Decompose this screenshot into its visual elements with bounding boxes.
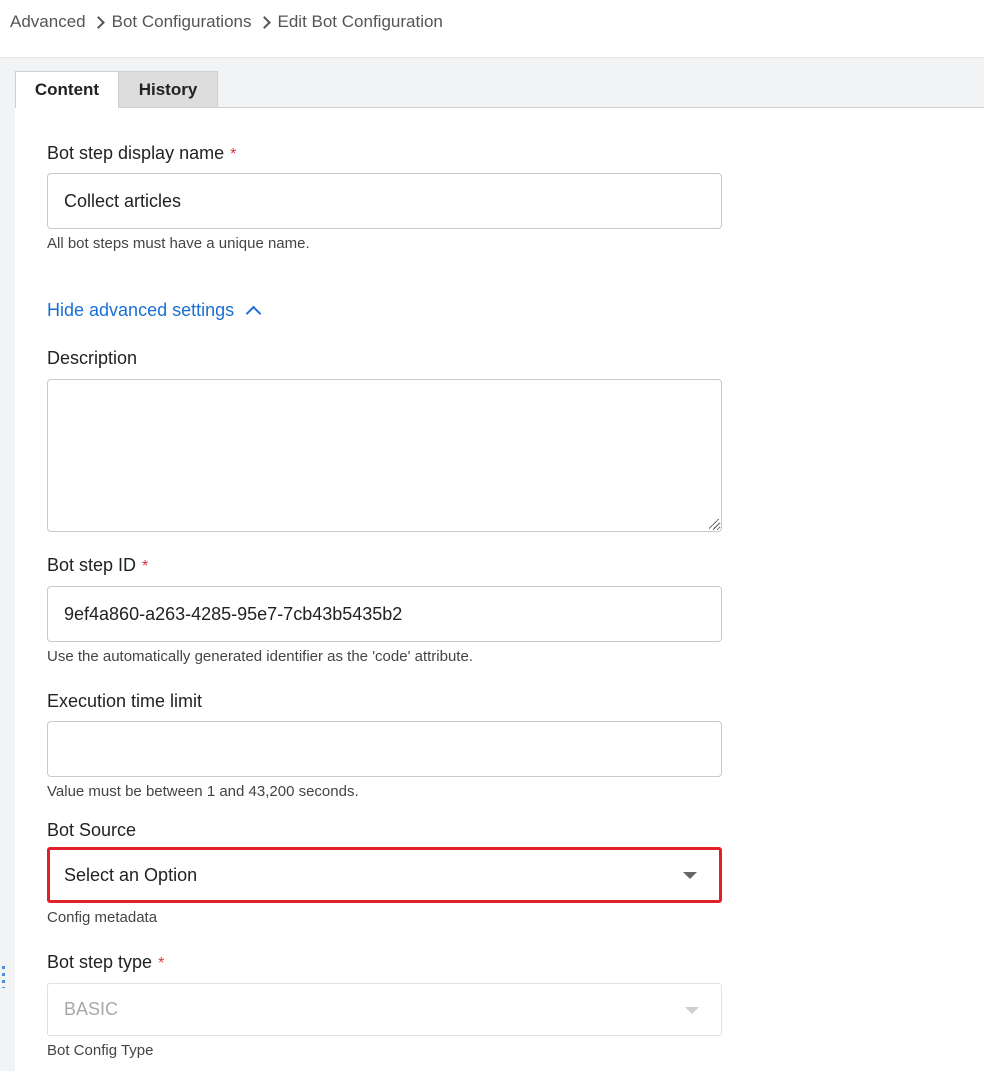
step-id-input[interactable] <box>47 586 722 642</box>
tab-bar: Content History <box>15 71 218 108</box>
dropdown-arrow-icon <box>683 872 697 879</box>
description-wrapper <box>47 379 722 532</box>
drag-handle-icon[interactable] <box>2 966 5 988</box>
breadcrumb-advanced[interactable]: Advanced <box>10 12 86 32</box>
tab-content[interactable]: Content <box>15 71 119 108</box>
top-bar: Advanced Bot Configurations Edit Bot Con… <box>0 0 984 58</box>
breadcrumb: Advanced Bot Configurations Edit Bot Con… <box>10 12 443 32</box>
breadcrumb-bot-configurations[interactable]: Bot Configurations <box>112 12 252 32</box>
required-marker: * <box>142 558 149 575</box>
bot-source-help: Config metadata <box>47 909 158 926</box>
chevron-right-icon <box>252 13 278 31</box>
display-name-label: Bot step display name * <box>47 143 237 163</box>
description-label: Description <box>47 348 138 368</box>
bot-source-select[interactable]: Select an Option <box>47 847 722 903</box>
step-type-help: Bot Config Type <box>47 1042 154 1059</box>
tab-history[interactable]: History <box>119 71 218 108</box>
chevron-right-icon <box>86 13 112 31</box>
breadcrumb-edit-bot-configuration: Edit Bot Configuration <box>277 12 443 31</box>
step-type-label: Bot step type * <box>47 952 165 972</box>
display-name-help: All bot steps must have a unique name. <box>47 235 310 252</box>
required-marker: * <box>230 146 237 163</box>
time-limit-input[interactable] <box>47 721 722 777</box>
display-name-input[interactable] <box>47 173 722 229</box>
chevron-up-icon <box>245 305 262 321</box>
step-type-select: BASIC <box>47 983 722 1036</box>
hide-advanced-settings-link[interactable]: Hide advanced settings <box>47 300 262 321</box>
time-limit-help: Value must be between 1 and 43,200 secon… <box>47 783 359 800</box>
step-id-label: Bot step ID * <box>47 555 149 575</box>
bot-source-selected-value: Select an Option <box>64 864 198 885</box>
description-textarea[interactable] <box>47 379 722 532</box>
time-limit-label: Execution time limit <box>47 691 203 711</box>
required-marker: * <box>158 955 165 972</box>
dropdown-arrow-icon <box>685 1006 699 1014</box>
bot-source-label: Bot Source <box>47 820 137 840</box>
step-id-help: Use the automatically generated identifi… <box>47 648 473 665</box>
step-type-selected-value: BASIC <box>64 999 119 1019</box>
